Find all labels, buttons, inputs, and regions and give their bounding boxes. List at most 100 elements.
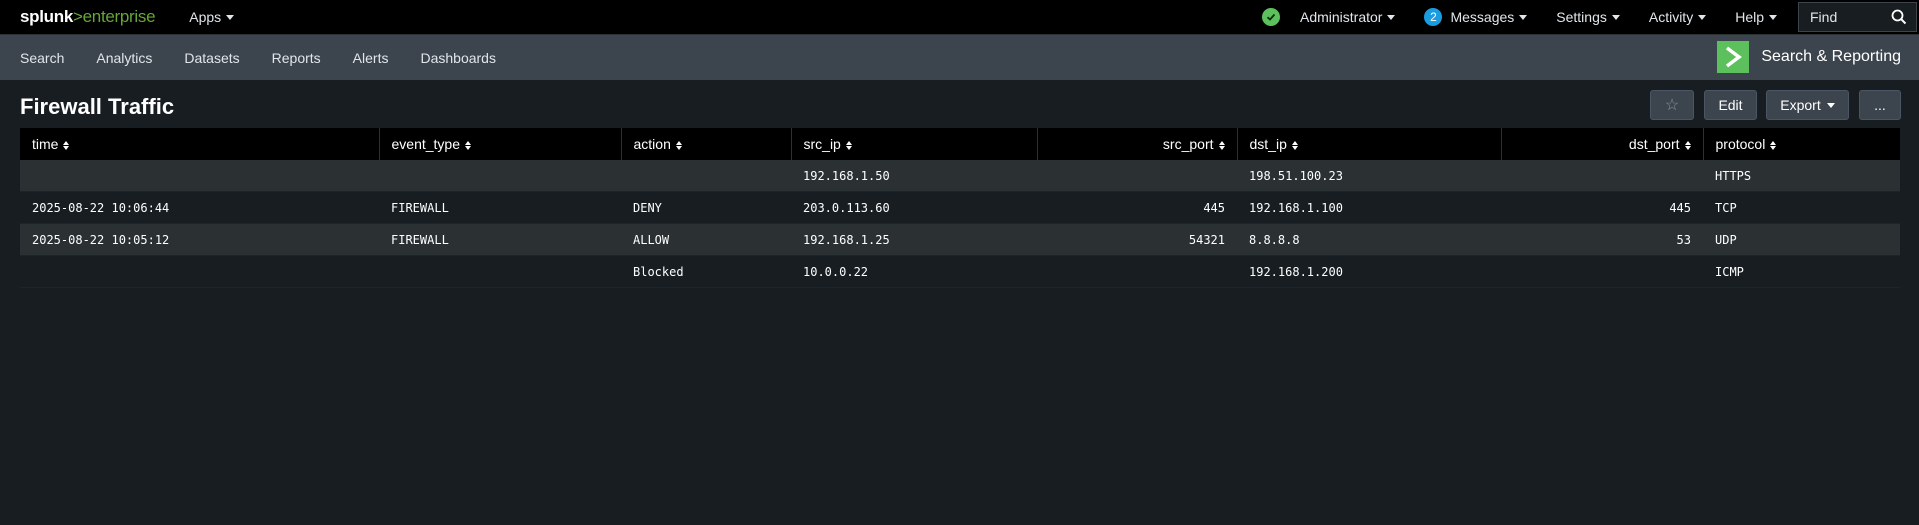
appnav-dashboards[interactable]: Dashboards xyxy=(420,50,496,66)
cell-src-port[interactable]: 54321 xyxy=(1037,223,1237,256)
column-header-action[interactable]: action xyxy=(621,128,792,160)
sort-icon xyxy=(1684,140,1691,150)
cell-event-type[interactable]: FIREWALL xyxy=(379,223,621,256)
cell-dst-port[interactable]: 53 xyxy=(1501,223,1703,256)
table-row[interactable]: 2025-08-22 10:06:44 FIREWALL DENY 203.0.… xyxy=(20,191,1900,224)
dashboard-title: Firewall Traffic xyxy=(20,94,175,119)
search-icon[interactable] xyxy=(1891,9,1907,25)
sort-icon xyxy=(1218,140,1225,150)
cell-protocol[interactable]: TCP xyxy=(1703,191,1900,224)
sort-icon xyxy=(1770,140,1777,150)
cell-src-ip[interactable]: 192.168.1.25 xyxy=(791,223,1037,256)
table-row[interactable]: 2025-08-22 10:05:12 FIREWALL ALLOW 192.1… xyxy=(20,223,1900,256)
cell-time[interactable] xyxy=(20,255,379,288)
settings-menu[interactable]: Settings xyxy=(1556,9,1620,25)
cell-dst-ip[interactable]: 8.8.8.8 xyxy=(1237,223,1501,256)
appnav-alerts[interactable]: Alerts xyxy=(353,50,389,66)
column-label: action xyxy=(633,136,671,152)
administrator-menu[interactable]: Administrator xyxy=(1299,9,1396,25)
cell-protocol[interactable]: HTTPS xyxy=(1703,160,1900,192)
column-header-dst-port[interactable]: dst_port xyxy=(1501,128,1704,160)
logo-separator: > xyxy=(73,7,83,26)
find-placeholder: Find xyxy=(1810,9,1838,25)
apps-menu[interactable]: Apps xyxy=(189,9,235,25)
column-header-event-type[interactable]: event_type xyxy=(379,128,622,160)
logo-product: enterprise xyxy=(82,7,156,26)
sort-icon xyxy=(675,140,682,150)
column-header-protocol[interactable]: protocol xyxy=(1703,128,1900,160)
table-header-row: time event_type action src_ip src_port d… xyxy=(20,128,1900,160)
column-label: protocol xyxy=(1715,136,1766,152)
cell-time[interactable] xyxy=(20,160,379,192)
column-header-time[interactable]: time xyxy=(20,128,380,160)
appnav-reports[interactable]: Reports xyxy=(272,50,321,66)
cell-dst-ip[interactable]: 192.168.1.200 xyxy=(1237,255,1501,288)
table-row[interactable]: Blocked 10.0.0.22 192.168.1.200 ICMP xyxy=(20,255,1900,288)
top-bar: splunk>enterprise Apps Administrator 2 M… xyxy=(0,0,1919,35)
cell-dst-port[interactable] xyxy=(1501,160,1703,192)
cell-event-type[interactable]: FIREWALL xyxy=(379,191,621,224)
messages-count-badge: 2 xyxy=(1424,8,1443,26)
table-row[interactable]: 192.168.1.50 198.51.100.23 HTTPS xyxy=(20,160,1900,192)
logo-text: splunk xyxy=(20,7,73,26)
activity-menu[interactable]: Activity xyxy=(1648,9,1707,25)
column-label: src_port xyxy=(1162,136,1214,152)
favorite-button[interactable]: ☆ xyxy=(1650,90,1694,120)
cell-dst-port[interactable] xyxy=(1501,255,1703,288)
caret-down-icon xyxy=(1519,14,1528,20)
app-bar: Search Analytics Datasets Reports Alerts… xyxy=(0,35,1919,80)
sort-icon xyxy=(63,140,70,150)
cell-src-ip[interactable]: 203.0.113.60 xyxy=(791,191,1037,224)
cell-action[interactable]: DENY xyxy=(621,191,791,224)
more-label: ... xyxy=(1874,97,1886,113)
appnav-analytics[interactable]: Analytics xyxy=(96,50,152,66)
cell-event-type[interactable] xyxy=(379,160,621,192)
cell-dst-port[interactable]: 445 xyxy=(1501,191,1703,224)
messages-label: Messages xyxy=(1450,9,1515,25)
cell-event-type[interactable] xyxy=(379,255,621,288)
cell-dst-ip[interactable]: 198.51.100.23 xyxy=(1237,160,1501,192)
edit-label: Edit xyxy=(1718,97,1743,113)
cell-src-port[interactable] xyxy=(1037,255,1237,288)
messages-menu[interactable]: 2 Messages xyxy=(1424,8,1528,26)
column-label: src_ip xyxy=(803,136,841,152)
cell-src-ip[interactable]: 10.0.0.22 xyxy=(791,255,1037,288)
results-table: time event_type action src_ip src_port d… xyxy=(20,128,1900,288)
cell-action[interactable]: Blocked xyxy=(621,255,791,288)
cell-src-port[interactable] xyxy=(1037,160,1237,192)
cell-action[interactable]: ALLOW xyxy=(621,223,791,256)
export-label: Export xyxy=(1780,97,1821,113)
cell-src-port[interactable]: 445 xyxy=(1037,191,1237,224)
health-status-icon[interactable] xyxy=(1261,8,1280,26)
splunk-logo[interactable]: splunk>enterprise xyxy=(20,7,156,27)
app-label[interactable]: Search & Reporting xyxy=(1717,41,1901,73)
column-label: dst_port xyxy=(1628,136,1680,152)
help-label: Help xyxy=(1735,9,1764,25)
cell-protocol[interactable]: UDP xyxy=(1703,223,1900,256)
cell-time[interactable]: 2025-08-22 10:06:44 xyxy=(20,191,379,224)
edit-button[interactable]: Edit xyxy=(1704,90,1757,120)
star-icon: ☆ xyxy=(1664,97,1680,114)
find-input[interactable]: Find xyxy=(1798,2,1917,32)
column-header-src-port[interactable]: src_port xyxy=(1037,128,1238,160)
column-header-src-ip[interactable]: src_ip xyxy=(791,128,1038,160)
cell-action[interactable] xyxy=(621,160,791,192)
administrator-label: Administrator xyxy=(1299,9,1383,25)
appnav-datasets[interactable]: Datasets xyxy=(184,50,239,66)
cell-protocol[interactable]: ICMP xyxy=(1703,255,1900,288)
appnav-search[interactable]: Search xyxy=(20,50,64,66)
caret-down-icon xyxy=(1698,14,1707,20)
chevron-right-icon xyxy=(1717,41,1750,73)
sort-icon xyxy=(1291,140,1298,150)
help-menu[interactable]: Help xyxy=(1735,9,1777,25)
results-table-panel: time event_type action src_ip src_port d… xyxy=(20,128,1900,288)
more-actions-button[interactable]: ... xyxy=(1859,90,1901,120)
cell-src-ip[interactable]: 192.168.1.50 xyxy=(791,160,1037,192)
cell-time[interactable]: 2025-08-22 10:05:12 xyxy=(20,223,379,256)
export-button[interactable]: Export xyxy=(1766,90,1849,120)
caret-down-icon xyxy=(1769,14,1777,20)
cell-dst-ip[interactable]: 192.168.1.100 xyxy=(1237,191,1501,224)
column-header-dst-ip[interactable]: dst_ip xyxy=(1237,128,1502,160)
caret-down-icon xyxy=(1611,14,1620,20)
activity-label: Activity xyxy=(1648,9,1694,25)
